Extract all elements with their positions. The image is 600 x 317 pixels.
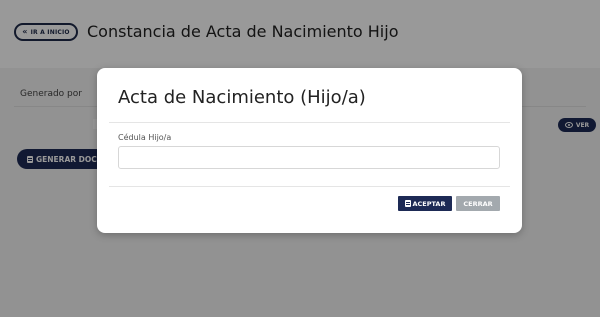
accept-button[interactable]: ACEPTAR bbox=[398, 196, 452, 211]
document-icon bbox=[404, 200, 411, 207]
birth-certificate-modal: Acta de Nacimiento (Hijo/a) Cédula Hijo/… bbox=[97, 68, 522, 233]
close-button[interactable]: CERRAR bbox=[456, 196, 500, 211]
child-id-label: Cédula Hijo/a bbox=[118, 133, 172, 142]
modal-footer-divider bbox=[109, 186, 510, 187]
accept-label: ACEPTAR bbox=[412, 199, 446, 208]
child-id-input[interactable] bbox=[118, 146, 500, 169]
modal-title: Acta de Nacimiento (Hijo/a) bbox=[118, 87, 366, 108]
modal-header-divider bbox=[109, 122, 510, 123]
close-label: CERRAR bbox=[463, 199, 493, 208]
